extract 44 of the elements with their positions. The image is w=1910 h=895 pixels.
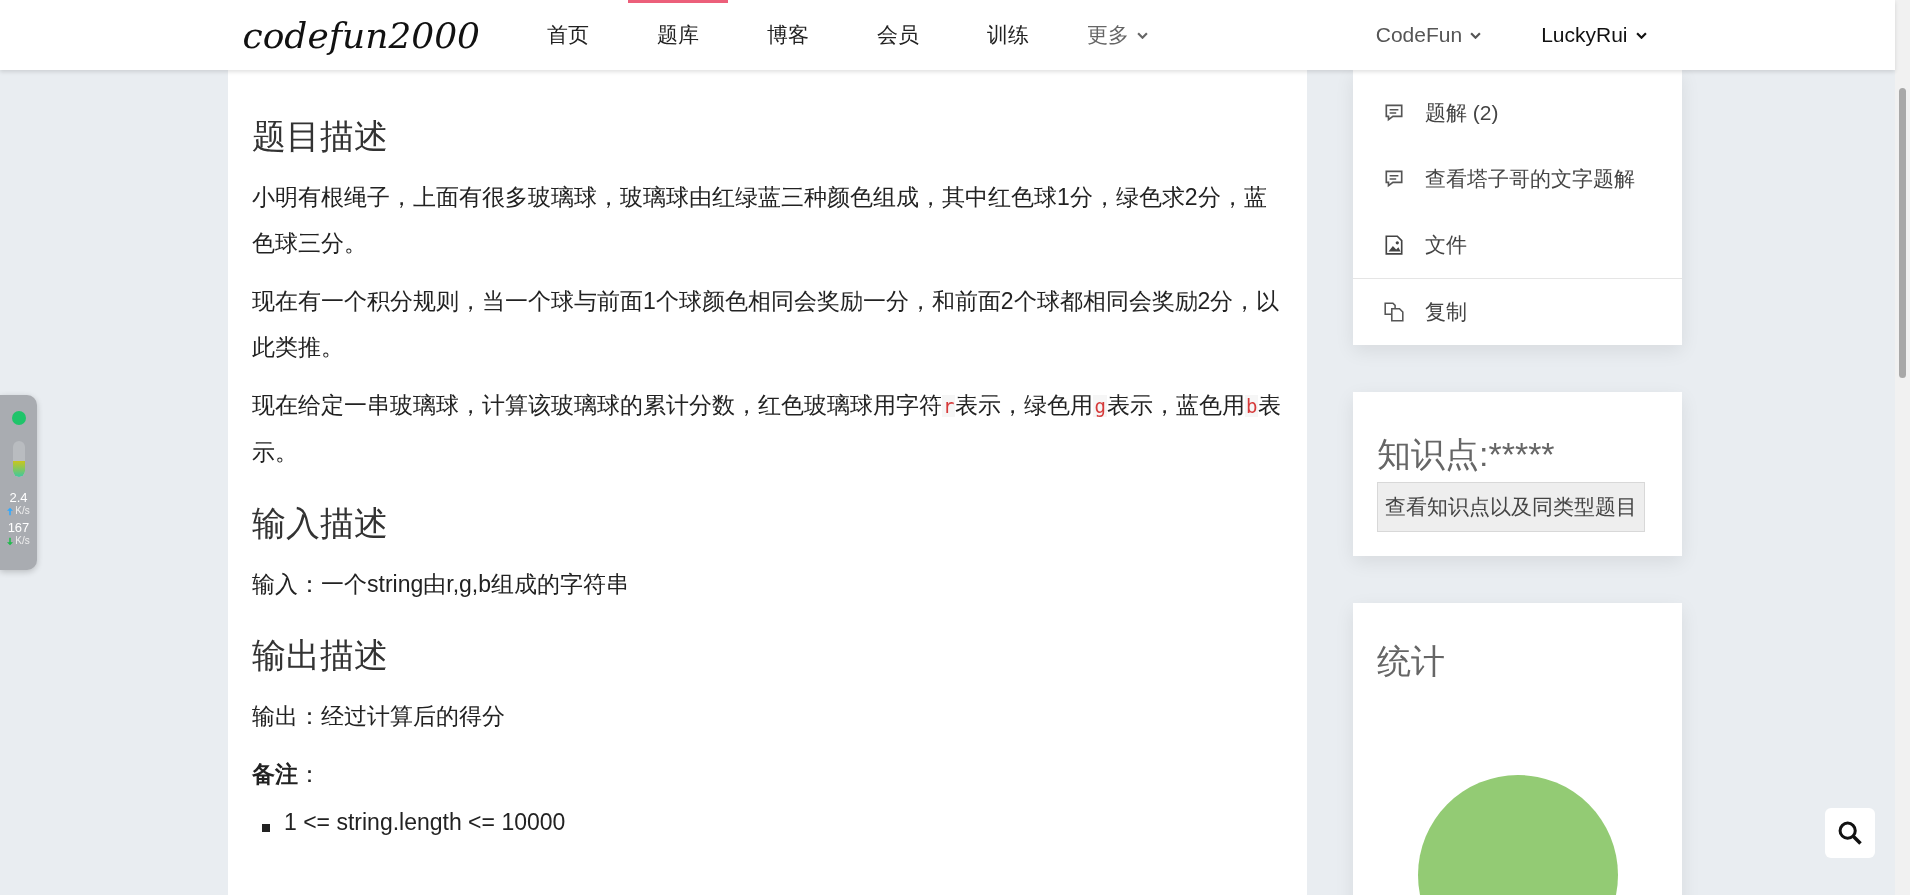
section-heading: 输出描述 xyxy=(252,635,389,676)
download-speed: 167 xyxy=(7,521,30,535)
list-item: 1 <= string.length <= 10000 xyxy=(284,808,566,837)
bullet-icon xyxy=(262,824,270,832)
paragraph: 小明有根绳子，上面有很多玻璃球，玻璃球由红绿蓝三种颜色组成，其中红色球1分，绿色求2分，蓝色球三分。 xyxy=(252,183,1268,258)
image-file-icon xyxy=(1383,234,1405,256)
menu-dropdown[interactable]: LuckyRui xyxy=(1541,23,1647,47)
site-logo[interactable]: codefun2000 xyxy=(242,14,513,56)
search-button[interactable] xyxy=(1825,808,1875,858)
knowledge-button[interactable]: 查看知识点以及同类型题目 xyxy=(1377,482,1645,532)
paragraph: 输入：一个string由r,g,b组成的字符串 xyxy=(252,570,630,599)
status-dot-icon xyxy=(11,411,26,425)
nav-tab[interactable]: 更多 xyxy=(1062,0,1173,70)
section-heading: 输入描述 xyxy=(252,503,389,544)
speed-unit: K/s xyxy=(15,505,30,517)
caret-icon xyxy=(1470,31,1482,39)
upload-speed: 2.4 xyxy=(9,491,28,505)
sidebar-item[interactable]: 查看塔子哥的文字题解 xyxy=(1353,146,1682,212)
card-title: 知识点:***** xyxy=(1377,434,1556,475)
nav-tab[interactable]: 题库 xyxy=(622,0,733,70)
copy-icon xyxy=(1383,301,1405,323)
card-title: 统计 xyxy=(1377,641,1446,682)
comment-icon xyxy=(1383,168,1405,190)
caret-icon xyxy=(1635,31,1647,39)
nav-tab[interactable]: 博客 xyxy=(732,0,843,70)
section-heading: 题目描述 xyxy=(252,116,389,157)
paragraph: 输出：经过计算后的得分 xyxy=(252,702,506,731)
nav-tab[interactable]: 会员 xyxy=(842,0,953,70)
caret-icon xyxy=(1137,31,1148,39)
scrollbar[interactable] xyxy=(1895,0,1910,895)
menu-dropdown[interactable]: CodeFun xyxy=(1375,23,1482,47)
note-label: 备注： xyxy=(252,760,322,789)
down-arrow-icon xyxy=(7,536,14,546)
sidebar-item[interactable]: 文件 xyxy=(1353,212,1682,278)
nav-tab[interactable]: 训练 xyxy=(952,0,1063,70)
paragraph: 现在给定一串玻璃球，计算该玻璃球的累计分数，红色玻璃球用字符 r表示，绿色用 g表示，蓝色用 b表示。 xyxy=(252,391,1283,467)
comment-icon xyxy=(1383,102,1405,124)
sidebar-item[interactable]: 题解 (2) xyxy=(1353,80,1682,146)
nav-tab[interactable]: 首页 xyxy=(512,0,623,70)
paragraph: 现在有一个积分规则，当一个球与前面1个球颜色相同会奖励一分，和前面2个球都相同会奖励2分，以此类推。 xyxy=(252,287,1281,362)
speed-unit: K/s xyxy=(15,535,30,547)
sidebar-item[interactable]: 复制 xyxy=(1353,279,1682,345)
up-arrow-icon xyxy=(7,506,14,516)
search-icon xyxy=(1836,819,1864,847)
